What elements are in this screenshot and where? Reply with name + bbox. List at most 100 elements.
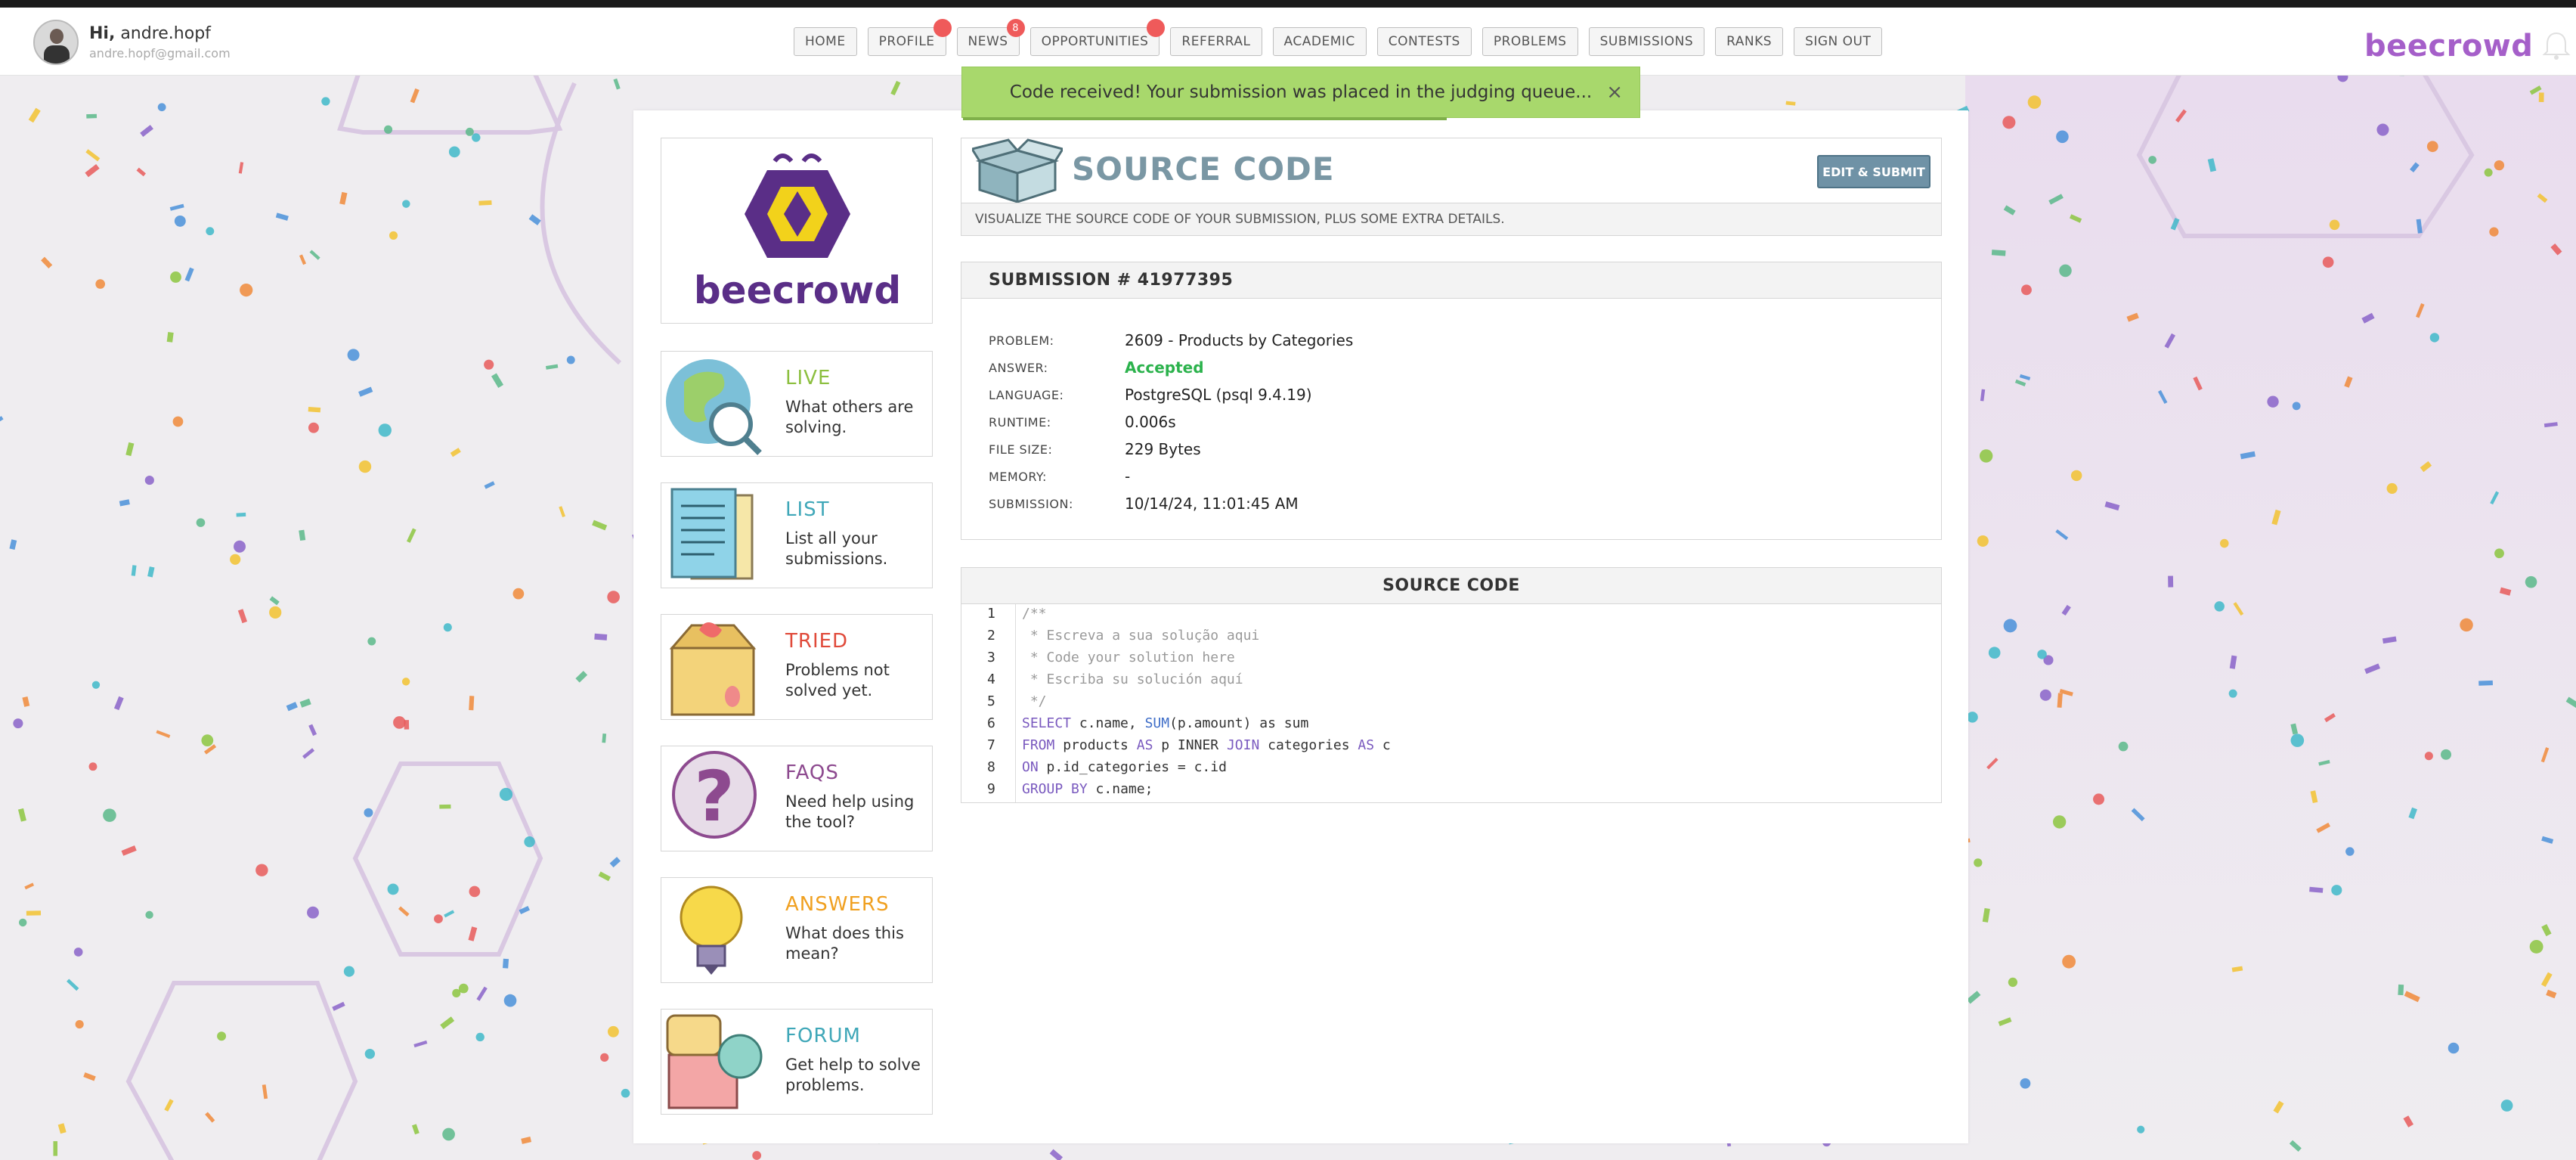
sidebar-item-list[interactable]: LIST List all your submissions. xyxy=(661,482,933,588)
nav-home-button[interactable]: HOME xyxy=(794,27,857,56)
nav-academic-button[interactable]: ACADEMIC xyxy=(1272,27,1367,56)
confetti-piece xyxy=(524,836,535,848)
code-line: * Escreva a sua solução aqui xyxy=(1022,628,1260,644)
sidebar-item-answers[interactable]: ANSWERS What does this mean? xyxy=(661,877,933,983)
sidebar-item-forum[interactable]: FORUM Get help to solve problems. xyxy=(661,1009,933,1115)
sidebar-item-desc: Get help to solve problems. xyxy=(785,1056,921,1094)
confetti-piece xyxy=(472,133,481,142)
confetti-piece xyxy=(170,271,181,283)
line-number: 1 xyxy=(987,606,995,622)
submission-heading: SUBMISSION # 41977395 xyxy=(961,262,1941,299)
confetti-piece xyxy=(203,744,217,755)
confetti-piece xyxy=(299,698,311,708)
beecrowd-logo-icon xyxy=(745,154,850,258)
nav-opportunities-button[interactable]: OPPORTUNITIES xyxy=(1029,19,1166,56)
code-line: ON p.id_categories = c.id xyxy=(1022,759,1227,775)
line-number: 7 xyxy=(987,737,995,753)
box-icon xyxy=(669,622,757,716)
svg-text:?: ? xyxy=(694,756,734,837)
confetti-piece xyxy=(401,678,410,686)
code-line: * Escriba su solución aquí xyxy=(1022,671,1243,687)
edit-submit-button[interactable]: EDIT & SUBMIT xyxy=(1817,155,1930,188)
confetti-piece xyxy=(121,845,137,856)
sidebar-item-desc: Problems not solved yet. xyxy=(785,661,890,699)
confetti-piece xyxy=(499,787,513,802)
nav-submissions-button[interactable]: SUBMISSIONS xyxy=(1588,27,1705,56)
confetti-piece xyxy=(206,227,215,236)
confetti-piece xyxy=(240,283,253,297)
confetti-piece xyxy=(156,730,171,738)
line-number: 6 xyxy=(987,715,995,731)
confetti-piece xyxy=(609,857,621,868)
confetti-piece xyxy=(476,986,488,1001)
confetti-piece xyxy=(468,926,478,941)
confetti-piece xyxy=(88,762,98,771)
sidebar-item-tried[interactable]: TRIED Problems not solved yet. xyxy=(661,614,933,720)
confetti-piece xyxy=(393,716,406,729)
confetti-piece xyxy=(86,113,98,119)
confetti-piece xyxy=(613,78,621,90)
confetti-piece xyxy=(575,671,588,683)
close-icon[interactable]: × xyxy=(1606,81,1623,104)
open-box-icon xyxy=(972,138,1063,203)
nav-contests-button[interactable]: CONTESTS xyxy=(1376,27,1472,56)
nav-news-button[interactable]: NEWS 8 xyxy=(956,19,1025,56)
nav-ranks-button[interactable]: RANKS xyxy=(1715,27,1784,56)
confetti-piece xyxy=(607,1025,619,1037)
confetti-piece xyxy=(236,512,246,517)
confetti-piece xyxy=(299,254,307,265)
sidebar-item-live[interactable]: LIVE What others are solving. xyxy=(661,351,933,457)
nav-problems-button[interactable]: PROBLEMS xyxy=(1482,27,1578,56)
confetti-piece xyxy=(440,1016,455,1029)
nav-sign-out-button[interactable]: SIGN OUT xyxy=(1794,27,1883,56)
confetti-piece xyxy=(1049,1149,1064,1160)
user-block[interactable]: Hi, andre.hopf andre.hopf@gmail.com xyxy=(33,20,231,65)
confetti-piece xyxy=(411,1124,420,1135)
line-number: 8 xyxy=(987,759,995,775)
confetti-piece xyxy=(125,442,135,457)
confetti-piece xyxy=(67,979,79,991)
sidebar-item-desc: List all your submissions. xyxy=(785,529,888,568)
confetti-piece xyxy=(83,1072,96,1081)
code-line: FROM products AS p INNER JOIN categories… xyxy=(1022,737,1391,753)
sidebar-item-faqs[interactable]: ? FAQS Need help using the tool? xyxy=(661,746,933,851)
bell-icon[interactable] xyxy=(2540,29,2573,62)
confetti-piece xyxy=(136,167,146,177)
logo-card[interactable]: beecrowd xyxy=(661,138,933,324)
forum-icon xyxy=(666,1014,763,1109)
confetti-piece xyxy=(113,696,124,711)
confetti-piece xyxy=(621,1088,630,1098)
confetti-piece xyxy=(404,720,410,730)
confetti-piece xyxy=(559,506,565,517)
confetti-piece xyxy=(95,279,105,289)
detail-row-answer: ANSWER: Accepted xyxy=(989,358,1204,377)
confetti-piece xyxy=(75,1019,84,1029)
main-container: beecrowd LIVE What others are solving. L… xyxy=(633,110,1968,1143)
confetti-piece xyxy=(592,520,608,531)
code-line: SELECT c.name, SUM(p.amount) as sum xyxy=(1022,715,1309,731)
problem-link[interactable]: 2609 - Products by Categories xyxy=(1125,331,1353,349)
confetti-piece xyxy=(28,107,41,123)
avatar[interactable] xyxy=(33,20,79,65)
confetti-piece xyxy=(269,596,280,606)
nav-profile-button[interactable]: PROFILE xyxy=(867,19,952,56)
confetti-piece xyxy=(367,637,376,646)
background-gradient xyxy=(1965,76,2576,1160)
confetti-piece xyxy=(444,910,455,918)
sidebar-item-desc: What does this mean? xyxy=(785,924,904,963)
brand-logo[interactable]: beecrowd xyxy=(2364,29,2533,64)
confetti-piece xyxy=(512,588,525,600)
detail-row-submission-date: SUBMISSION: 10/14/24, 11:01:45 AM xyxy=(989,495,1299,513)
document-list-icon xyxy=(670,488,754,580)
code-line: * Code your solution here xyxy=(1022,650,1235,665)
confetti-piece xyxy=(752,1151,762,1160)
confetti-piece xyxy=(201,734,214,747)
confetti-piece xyxy=(269,606,282,619)
confetti-piece xyxy=(389,231,398,240)
confetti-piece xyxy=(85,149,101,162)
nav-referral-button[interactable]: REFERRAL xyxy=(1170,27,1262,56)
confetti-piece xyxy=(413,1040,428,1048)
code-line: /** xyxy=(1022,606,1047,622)
confetti-piece xyxy=(890,80,901,96)
code-editor[interactable]: 1 2 3 4 5 6 7 8 9 /** * Escreva a sua so… xyxy=(961,604,1941,802)
